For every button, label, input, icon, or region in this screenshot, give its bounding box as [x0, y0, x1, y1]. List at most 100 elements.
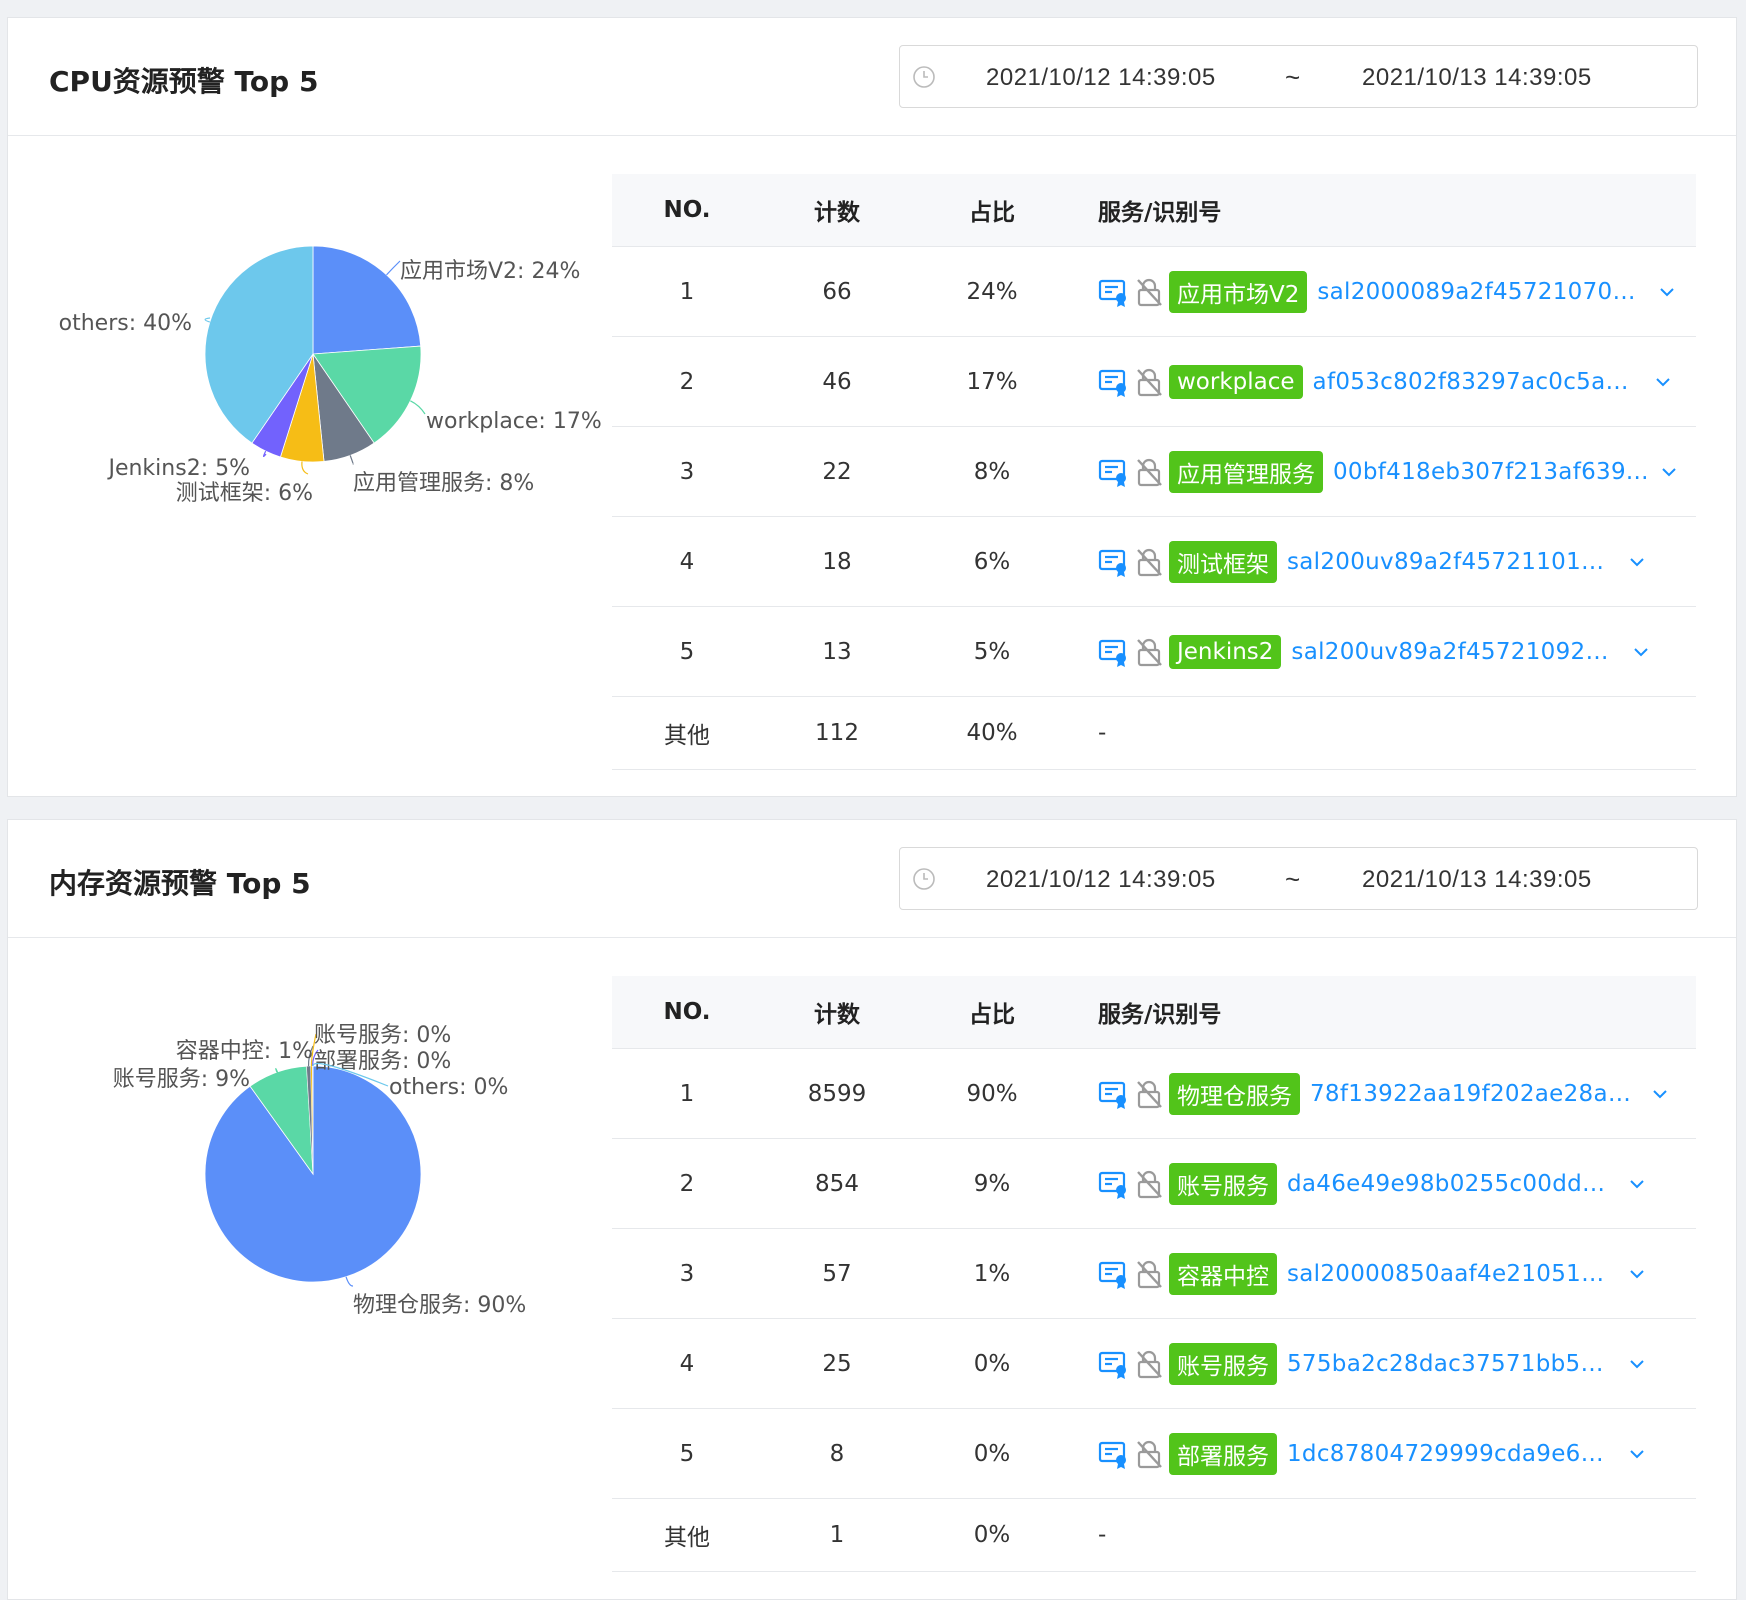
start-date[interactable]: 2021/10/12 14:39:05 [986, 64, 1216, 92]
chevron-down-icon[interactable] [1629, 1179, 1645, 1189]
service-tag[interactable]: workplace [1169, 364, 1303, 399]
service-cell: 账号服务 575ba2c28dac37571bb57e4... [1072, 1318, 1696, 1409]
service-id-link[interactable]: sal20000850aaf4e210512eae... [1287, 1261, 1617, 1287]
row-number: 其他 [612, 696, 762, 770]
service-cell: 应用市场V2 sal2000089a2f457210707... [1072, 246, 1696, 337]
service-id-link[interactable]: sal200uv89a2f45721092370... [1291, 639, 1621, 665]
service-cert-icon[interactable] [1098, 366, 1130, 398]
chevron-down-icon[interactable] [1629, 557, 1645, 567]
row-count: 8 [762, 1408, 912, 1499]
pie-leader-line [345, 1276, 354, 1287]
service-cert-icon[interactable] [1098, 1348, 1130, 1380]
date-range-picker[interactable]: 2021/10/12 14:39:05 ~ 2021/10/13 14:39:0… [899, 847, 1698, 910]
service-cell: Jenkins2 sal200uv89a2f45721092370... [1072, 606, 1696, 697]
chevron-down-icon[interactable] [1661, 467, 1677, 477]
alert-table: NO. 计数 占比 服务/识别号 1 8599 90% 物理仓服务 78f13922aa… [612, 976, 1696, 1572]
row-number: 1 [612, 1048, 762, 1139]
column-header: 服务/识别号 [1072, 976, 1696, 1049]
lock-disabled-icon[interactable] [1135, 457, 1163, 487]
table-row: 1 8599 90% 物理仓服务 78f13922aa19f202ae28a3..… [612, 1048, 1696, 1139]
table-row: 1 66 24% 应用市场V2 sal2000089a2f457210707... [612, 246, 1696, 337]
service-id-link[interactable]: sal200uv89a2f45721101261... [1287, 549, 1617, 575]
service-tag[interactable]: 应用管理服务 [1169, 450, 1323, 493]
pie-label: 测试框架: 6% [176, 481, 313, 506]
panel-header: 内存资源预警 Top 5 2021/10/12 14:39:05 ~ 2021/… [8, 820, 1736, 938]
memory-alert-panel: 内存资源预警 Top 5 2021/10/12 14:39:05 ~ 2021/… [7, 819, 1737, 1600]
table-row: 3 57 1% 容器中控 sal20000850aaf4e210512eae... [612, 1228, 1696, 1319]
service-cert-icon[interactable] [1098, 1438, 1130, 1470]
end-date[interactable]: 2021/10/13 14:39:05 [1362, 866, 1592, 894]
date-separator: ~ [1285, 864, 1301, 894]
lock-disabled-icon[interactable] [1135, 1259, 1163, 1289]
row-number: 其他 [612, 1498, 762, 1572]
date-separator: ~ [1285, 62, 1301, 92]
row-count: 1 [762, 1498, 912, 1572]
service-id-link[interactable]: 1dc87804729999cda9e62f8e... [1287, 1441, 1617, 1467]
lock-disabled-icon[interactable] [1135, 1349, 1163, 1379]
service-id-link[interactable]: 00bf418eb307f213af639... [1333, 459, 1649, 485]
row-number: 1 [612, 246, 762, 337]
pie-label: 物理仓服务: 90% [353, 1293, 526, 1318]
end-date[interactable]: 2021/10/13 14:39:05 [1362, 64, 1592, 92]
service-id-link[interactable]: sal2000089a2f457210707... [1317, 279, 1647, 305]
row-count: 46 [762, 336, 912, 427]
date-range-picker[interactable]: 2021/10/12 14:39:05 ~ 2021/10/13 14:39:0… [899, 45, 1698, 108]
table-row: 4 25 0% 账号服务 575ba2c28dac37571bb57e4... [612, 1318, 1696, 1409]
service-tag[interactable]: 账号服务 [1169, 1162, 1277, 1205]
row-percent: 1% [912, 1228, 1072, 1319]
service-cert-icon[interactable] [1098, 1168, 1130, 1200]
service-id-link[interactable]: af053c802f83297ac0c5ad8... [1313, 369, 1643, 395]
lock-disabled-icon[interactable] [1135, 1439, 1163, 1469]
table-row: 3 22 8% 应用管理服务 00bf418eb307f213af639... [612, 426, 1696, 517]
cpu-alert-panel: CPU资源预警 Top 5 2021/10/12 14:39:05 ~ 2021… [7, 17, 1737, 797]
service-tag[interactable]: 测试框架 [1169, 540, 1277, 583]
chevron-down-icon[interactable] [1629, 1269, 1645, 1279]
lock-disabled-icon[interactable] [1135, 1169, 1163, 1199]
service-cert-icon[interactable] [1098, 456, 1130, 488]
row-count: 112 [762, 696, 912, 770]
chevron-down-icon[interactable] [1629, 1359, 1645, 1369]
lock-disabled-icon[interactable] [1135, 1079, 1163, 1109]
chevron-down-icon[interactable] [1655, 377, 1671, 387]
service-cell: 物理仓服务 78f13922aa19f202ae28a3... [1072, 1048, 1696, 1139]
service-id-link[interactable]: da46e49e98b0255c00dd64fd... [1287, 1171, 1617, 1197]
start-date[interactable]: 2021/10/12 14:39:05 [986, 866, 1216, 894]
service-cell: 部署服务 1dc87804729999cda9e62f8e... [1072, 1408, 1696, 1499]
service-tag[interactable]: 部署服务 [1169, 1432, 1277, 1475]
lock-disabled-icon[interactable] [1135, 367, 1163, 397]
service-tag[interactable]: 物理仓服务 [1169, 1072, 1300, 1115]
row-number: 4 [612, 516, 762, 607]
service-cert-icon[interactable] [1098, 276, 1130, 308]
service-tag[interactable]: Jenkins2 [1169, 634, 1282, 669]
chevron-down-icon[interactable] [1629, 1449, 1645, 1459]
service-id-link[interactable]: 78f13922aa19f202ae28a3... [1310, 1081, 1640, 1107]
column-header: 占比 [912, 976, 1072, 1049]
table-row: 2 854 9% 账号服务 da46e49e98b0255c00dd64fd... [612, 1138, 1696, 1229]
service-tag[interactable]: 账号服务 [1169, 1342, 1277, 1385]
row-number: 4 [612, 1318, 762, 1409]
service-id-link[interactable]: 575ba2c28dac37571bb57e4... [1287, 1351, 1617, 1377]
service-cert-icon[interactable] [1098, 636, 1130, 668]
service-cell: 账号服务 da46e49e98b0255c00dd64fd... [1072, 1138, 1696, 1229]
chevron-down-icon[interactable] [1652, 1089, 1668, 1099]
pie-leader-line [386, 260, 401, 276]
lock-disabled-icon[interactable] [1135, 547, 1163, 577]
chevron-down-icon[interactable] [1659, 287, 1675, 297]
service-tag[interactable]: 容器中控 [1169, 1252, 1277, 1295]
service-cert-icon[interactable] [1098, 546, 1130, 578]
chevron-down-icon[interactable] [1633, 647, 1649, 657]
row-count: 18 [762, 516, 912, 607]
service-tag[interactable]: 应用市场V2 [1169, 270, 1308, 313]
lock-disabled-icon[interactable] [1135, 277, 1163, 307]
service-cert-icon[interactable] [1098, 1078, 1130, 1110]
clock-icon [913, 868, 935, 890]
pie-leader-line [301, 461, 309, 475]
service-cell: - [1072, 696, 1696, 770]
clock-icon [913, 66, 935, 88]
lock-disabled-icon[interactable] [1135, 637, 1163, 667]
service-cert-icon[interactable] [1098, 1258, 1130, 1290]
pie-leader-line [410, 400, 426, 415]
table-row-other: 其他 1 0% - [612, 1498, 1696, 1572]
pie-label: 应用市场V2: 24% [400, 259, 580, 284]
pie-leader-line [349, 455, 354, 465]
